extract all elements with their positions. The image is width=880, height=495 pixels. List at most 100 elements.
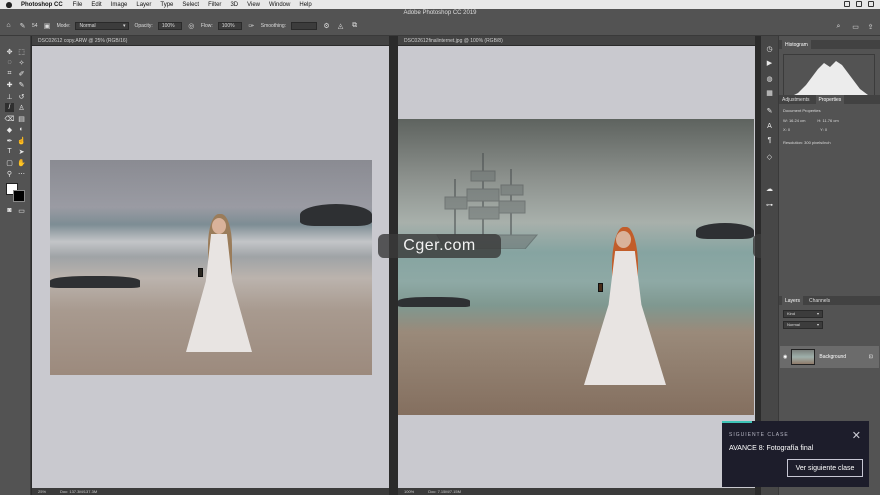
share-icon[interactable]: ⇪ [866,22,875,31]
quick-mask-icon[interactable]: ◙ [5,206,14,215]
healing-brush-icon[interactable]: ✚ [5,80,14,89]
menu-edit[interactable]: Edit [91,2,101,8]
layer-row-background[interactable]: ◉ Background ⊡ [780,346,879,368]
doc-size[interactable]: Doc: 7.15M/7.15M [428,489,461,494]
brush-size[interactable]: 54 [32,23,38,29]
color-icon[interactable]: ◍ [765,74,774,83]
actions-icon[interactable]: ▶ [765,58,774,67]
menu-app-name[interactable]: Photoshop CC [21,2,63,8]
tab-layers[interactable]: Layers [782,296,804,305]
menu-layer[interactable]: Layer [136,2,151,8]
popup-title: AVANCE 8: Fotografía final [729,445,814,452]
rock [398,297,470,307]
paragraph-icon[interactable]: ¶ [765,136,774,145]
menu-filter[interactable]: Filter [208,2,221,8]
flow-field[interactable]: 100% [217,21,242,30]
pressure-opacity-icon[interactable]: ◎ [187,21,196,30]
move-tool-icon[interactable]: ✥ [5,47,14,56]
gear-icon[interactable]: ⚙ [322,21,331,30]
smoothing-field[interactable] [291,21,318,30]
status-icon[interactable] [868,1,874,7]
tab-channels[interactable]: Channels [809,298,830,304]
background-color-swatch[interactable] [13,190,25,202]
next-class-button[interactable]: Ver siguiente clase [787,459,863,477]
crop-tool-icon[interactable]: ⌗ [5,69,14,78]
rock [696,223,754,239]
swatches-icon[interactable]: ▦ [765,88,774,97]
document-window-1: DSC02612 copy.ARW @ 25% (RGB/16) 25% Doc… [32,36,389,495]
close-icon[interactable]: ✕ [852,429,861,442]
gradient-icon[interactable]: ▤ [17,114,26,123]
shape-tool-icon[interactable]: ▢ [5,158,14,167]
properties-panel: Adjustments Properties Document Properti… [779,95,880,161]
zoom-level[interactable]: 100% [404,489,414,494]
tab-properties[interactable]: Properties [815,95,845,104]
menu-view[interactable]: View [247,2,260,8]
doc-size[interactable]: Doc: 137.3M/137.3M [60,489,97,494]
zoom-level[interactable]: 25% [38,489,46,494]
path-select-icon[interactable]: ➤ [17,147,26,156]
mode-dropdown[interactable]: Normal ▾ [75,21,130,30]
dodge-icon[interactable]: ◐ [17,125,26,134]
brush-active-icon[interactable]: / [5,103,14,112]
workspace-icon[interactable]: ▭ [851,22,860,31]
blur-icon[interactable]: ◆ [5,125,14,134]
brushes-icon[interactable]: ✎ [765,106,774,115]
blend-mode-dropdown[interactable]: Normal ▾ [783,320,823,329]
document-tab-2[interactable]: DSC02612finalinternet.jpg @ 100% (RGB/8) [398,36,755,46]
width-field[interactable]: W: 16.24 cm [783,118,805,123]
menu-3d[interactable]: 3D [230,2,238,8]
eyedropper-icon[interactable]: ✐ [17,69,26,78]
status-icon[interactable] [844,1,850,7]
history-brush-icon[interactable]: ↺ [17,92,26,101]
clone-icon[interactable]: ♙ [17,103,26,112]
tab-adjustments[interactable]: Adjustments [782,97,810,103]
document-tab-1[interactable]: DSC02612 copy.ARW @ 25% (RGB/16) [32,36,389,46]
x-field[interactable]: X: 0 [783,127,790,132]
zoom-tool-icon[interactable]: ⚲ [5,169,14,178]
magic-wand-icon[interactable]: ✧ [17,58,26,67]
status-icon[interactable] [856,1,862,7]
brush-tool-icon[interactable]: ✎ [18,21,27,30]
paths-icon[interactable]: ⊶ [765,200,774,209]
eye-icon[interactable]: ◉ [783,354,787,360]
type-tool-icon[interactable]: T [5,147,14,156]
status-bar-1: 25% Doc: 137.3M/137.3M [32,488,389,495]
libraries-icon[interactable]: ☁ [765,184,774,193]
menu-type[interactable]: Type [160,2,173,8]
angle-icon[interactable]: ◬ [336,21,345,30]
apple-icon[interactable] [6,1,12,8]
lasso-tool-icon[interactable]: ◌ [5,58,14,67]
y-field[interactable]: Y: 0 [820,127,827,132]
height-field[interactable]: H: 11.76 cm [817,118,838,123]
smudge-icon[interactable]: ☝ [17,136,26,145]
opacity-field[interactable]: 100% [157,21,182,30]
menu-window[interactable]: Window [269,2,290,8]
eraser-icon[interactable]: ⌫ [5,114,15,123]
menu-bar: Photoshop CC File Edit Image Layer Type … [0,0,880,9]
menu-file[interactable]: File [73,2,83,8]
canvas-1[interactable] [32,46,389,488]
screen-mode-icon[interactable]: ▭ [17,206,26,215]
character-icon[interactable]: A [765,122,774,131]
glyphs-icon[interactable]: ◇ [765,152,774,161]
menu-help[interactable]: Help [299,2,311,8]
brush-panel-icon[interactable]: ▣ [43,21,52,30]
pen-icon[interactable]: ✒ [5,136,14,145]
canvas-2[interactable] [398,46,755,488]
search-icon[interactable]: ⌕ [834,22,843,31]
home-icon[interactable]: ⌂ [4,21,13,30]
menu-select[interactable]: Select [182,2,199,8]
airbrush-icon[interactable]: ✑ [247,21,256,30]
layer-filter-dropdown[interactable]: Kind ▾ [783,309,823,318]
history-icon[interactable]: ◷ [765,44,774,53]
symmetry-icon[interactable]: ⧉ [350,21,359,30]
hand-tool-icon[interactable]: ✋ [17,158,26,167]
brush-tool-icon[interactable]: ✎ [17,80,26,89]
marquee-tool-icon[interactable]: ⬚ [17,47,26,56]
stamp-tool-icon[interactable]: ⊥ [5,92,14,101]
tab-histogram[interactable]: Histogram [782,40,811,49]
tools-panel: ✥ ⬚ ◌ ✧ ⌗ ✐ ✚ ✎ ⊥ ↺ / ♙ ⌫ ▤ ◆ ◐ ✒ ☝ T ➤ … [0,36,31,495]
more-tools-icon[interactable]: ⋯ [17,169,26,178]
menu-image[interactable]: Image [111,2,128,8]
